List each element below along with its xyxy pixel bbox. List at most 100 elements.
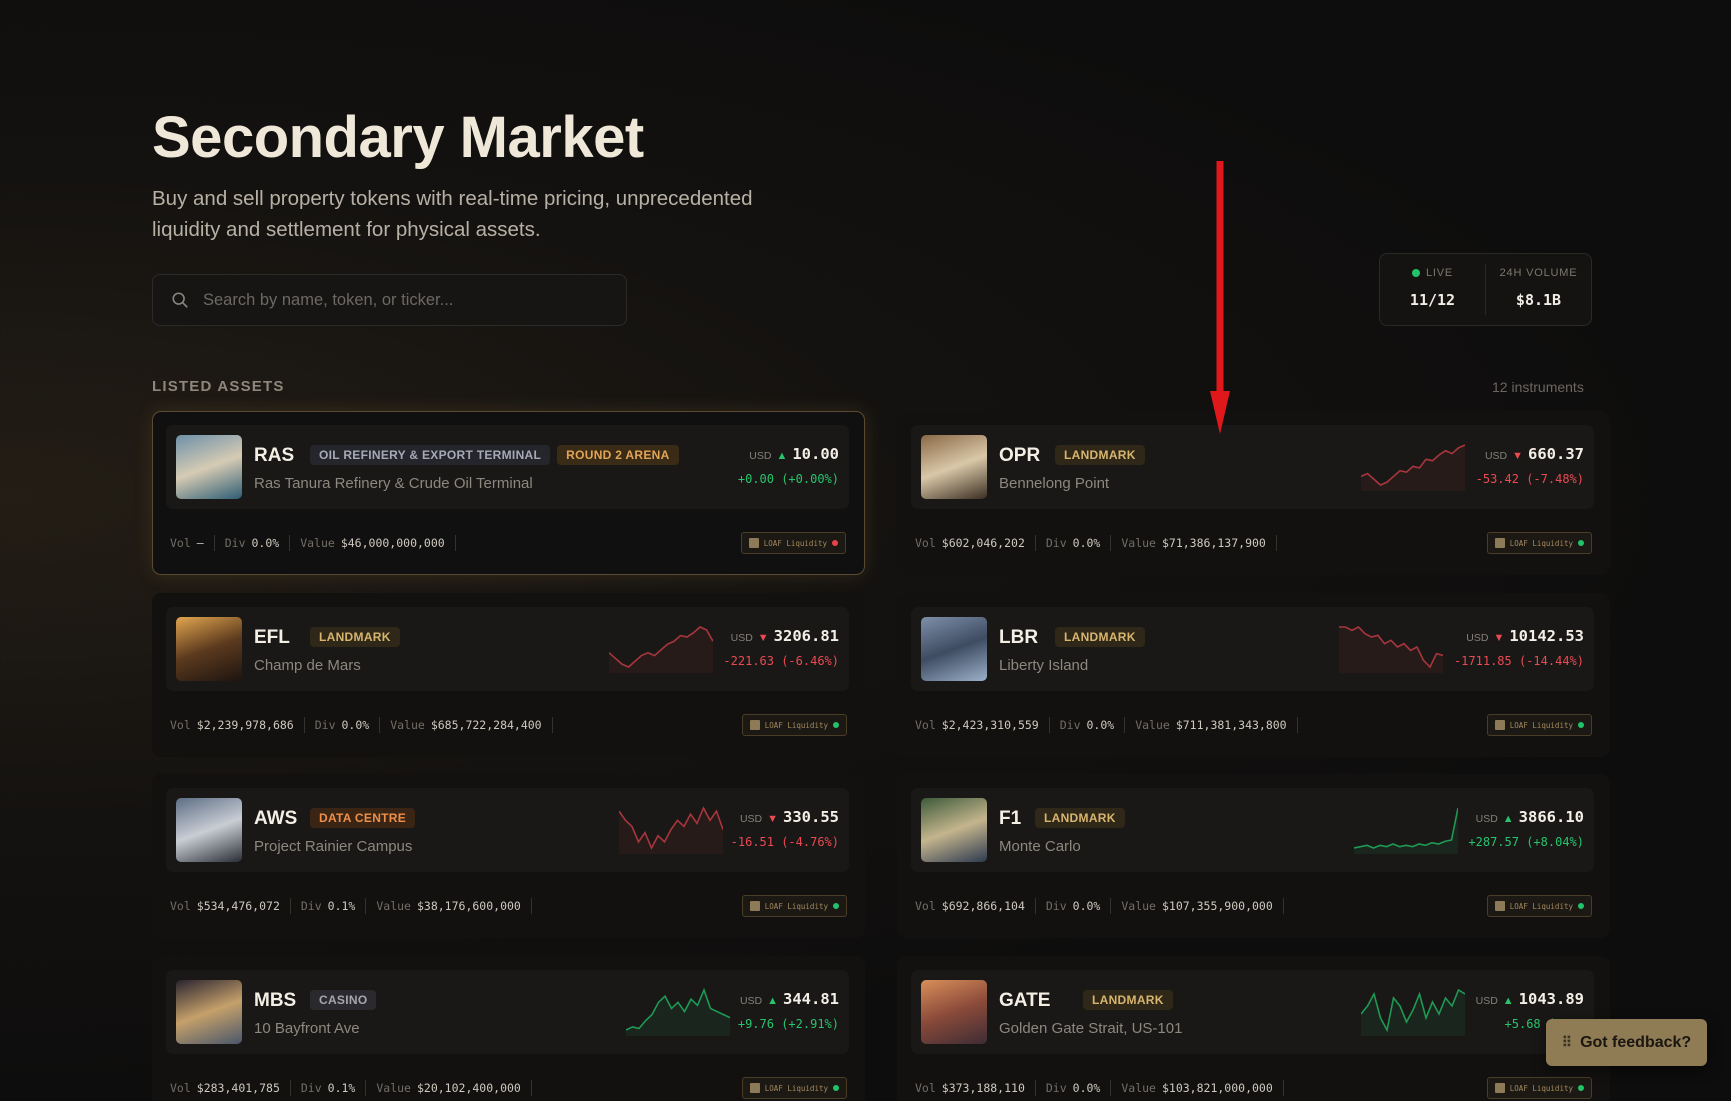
price-change: -53.42 (-7.48%)	[1475, 472, 1584, 486]
asset-tags: LANDMARK	[1083, 990, 1173, 1010]
price-value: 344.81	[783, 990, 839, 1008]
asset-row[interactable]: LBR LANDMARK Liberty Island USD ▼ 10142.53 -17…	[911, 607, 1594, 691]
search-input[interactable]	[203, 290, 603, 310]
dividend-value: 0.1%	[327, 899, 356, 913]
dividend-stat: Div 0.0%	[1046, 898, 1112, 914]
price-line: USD ▼ 3206.81	[723, 627, 839, 645]
asset-row[interactable]: GATE LANDMARK Golden Gate Strait, US-101 US…	[911, 970, 1594, 1054]
asset-row[interactable]: MBS CASINO 10 Bayfront Ave USD ▲ 344.81 +9.76 …	[166, 970, 849, 1054]
price-sparkline	[1361, 444, 1465, 491]
volume-stat: Vol $602,046,202	[915, 535, 1036, 551]
drag-dots-icon: ⠿	[1561, 1034, 1572, 1050]
valuation-label: Value	[376, 899, 411, 913]
asset-footer: Vol — Div 0.0% Value $46,000,000,000 LOAF Liqu…	[170, 532, 846, 554]
asset-footer: Vol $692,866,104 Div 0.0% Value $107,355,900,…	[915, 895, 1592, 917]
asset-ticker: AWS	[254, 808, 298, 829]
volume-label: Vol	[170, 536, 191, 550]
liquidity-badge[interactable]: LOAF Liquidity	[740, 532, 846, 554]
asset-card[interactable]: GATE LANDMARK Golden Gate Strait, US-101 US…	[897, 956, 1610, 1101]
asset-row[interactable]: RAS OIL REFINERY & EXPORT TERMINAL ROUND 2…	[166, 425, 849, 509]
triangle-up-icon: ▲	[1502, 813, 1514, 825]
volume-label: Vol	[915, 899, 936, 913]
price-change: +9.76 (+2.91%)	[737, 1017, 839, 1031]
valuation-label: Value	[1121, 899, 1156, 913]
asset-card[interactable]: EFL LANDMARK Champ de Mars USD ▼ 3206.81 -221.…	[152, 593, 865, 757]
price-value: 330.55	[783, 808, 839, 826]
asset-price: USD ▲ 10.00 +0.00 (+0.00%)	[738, 445, 839, 486]
volume-stat: Vol $534,476,072	[170, 898, 291, 914]
asset-ticker: RAS	[254, 445, 295, 466]
liquidity-badge[interactable]: LOAF Liquidity	[741, 895, 847, 917]
status-dot-icon	[832, 540, 838, 546]
volume-stat: Vol $2,423,310,559	[915, 717, 1050, 733]
dividend-stat: Div 0.0%	[1060, 717, 1126, 733]
feedback-button[interactable]: ⠿ Got feedback?	[1546, 1019, 1707, 1066]
search-box[interactable]	[152, 274, 627, 326]
asset-thumbnail	[176, 798, 242, 862]
asset-card[interactable]: F1 LANDMARK Monte Carlo USD ▲ 3866.10 +287.57 …	[897, 774, 1610, 938]
status-dot-icon	[833, 1085, 839, 1091]
asset-card[interactable]: MBS CASINO 10 Bayfront Ave USD ▲ 344.81 +9.76 …	[152, 956, 865, 1101]
annotation-arrow-icon	[1210, 161, 1230, 434]
valuation-label: Value	[376, 1081, 411, 1095]
price-line: USD ▼ 10142.53	[1454, 627, 1584, 645]
valuation-stat: Value $107,355,900,000	[1121, 898, 1284, 914]
asset-location: Project Rainier Campus	[254, 838, 413, 855]
liquidity-badge[interactable]: LOAF Liquidity	[1486, 532, 1592, 554]
valuation-label: Value	[390, 718, 425, 732]
price-sparkline	[1339, 626, 1443, 673]
liquidity-badge[interactable]: LOAF Liquidity	[1486, 895, 1592, 917]
asset-thumbnail	[921, 980, 987, 1044]
asset-thumbnail	[176, 980, 242, 1044]
liquidity-label: LOAF Liquidity	[1509, 1083, 1573, 1093]
loaf-logo-icon	[1494, 538, 1505, 548]
category-tag: OIL REFINERY & EXPORT TERMINAL	[310, 445, 551, 465]
liquidity-badge[interactable]: LOAF Liquidity	[1486, 714, 1592, 736]
asset-row[interactable]: EFL LANDMARK Champ de Mars USD ▼ 3206.81 -221.…	[166, 607, 849, 691]
section-label: LISTED ASSETS	[152, 378, 285, 395]
status-dot-icon	[833, 722, 839, 728]
asset-price: USD ▲ 3866.10 +287.57 (+8.04%)	[1468, 808, 1584, 849]
asset-footer: Vol $2,423,310,559 Div 0.0% Value $711,381,34…	[915, 714, 1592, 736]
asset-card[interactable]: RAS OIL REFINERY & EXPORT TERMINAL ROUND 2…	[152, 411, 865, 575]
valuation-stat: Value $685,722,284,400	[390, 717, 553, 733]
category-tag: LANDMARK	[1055, 445, 1145, 465]
volume-stat: Vol $283,401,785	[170, 1080, 291, 1096]
asset-location: Golden Gate Strait, US-101	[999, 1020, 1183, 1037]
asset-ticker: OPR	[999, 445, 1041, 466]
liquidity-badge[interactable]: LOAF Liquidity	[1486, 1077, 1592, 1099]
loaf-logo-icon	[749, 720, 760, 730]
triangle-up-icon: ▲	[1502, 995, 1514, 1007]
dividend-label: Div	[224, 536, 246, 550]
price-value: 10142.53	[1509, 627, 1584, 645]
asset-row[interactable]: OPR LANDMARK Bennelong Point USD ▼ 660.37 -53.…	[911, 425, 1594, 509]
valuation-label: Value	[300, 536, 335, 550]
price-line: USD ▲ 344.81	[738, 990, 839, 1008]
asset-row[interactable]: F1 LANDMARK Monte Carlo USD ▲ 3866.10 +287.57 …	[911, 788, 1594, 872]
asset-tags: LANDMARK	[1055, 445, 1145, 465]
valuation-value: $20,102,400,000	[416, 1081, 521, 1095]
asset-footer: Vol $602,046,202 Div 0.0% Value $71,386,137,9…	[915, 532, 1592, 554]
category-tag: LANDMARK	[1055, 627, 1145, 647]
feedback-label: Got feedback?	[1580, 1033, 1692, 1051]
asset-card[interactable]: AWS DATA CENTRE Project Rainier Campus USD ▼…	[152, 774, 865, 938]
liquidity-label: LOAF Liquidity	[764, 720, 828, 730]
triangle-up-icon: ▲	[776, 450, 788, 462]
liquidity-badge[interactable]: LOAF Liquidity	[741, 714, 847, 736]
volume-value: $2,239,978,686	[196, 718, 294, 732]
category-tag: LANDMARK	[1083, 990, 1173, 1010]
asset-card[interactable]: LBR LANDMARK Liberty Island USD ▼ 10142.53 -17…	[897, 593, 1610, 757]
dividend-stat: Div 0.1%	[301, 1080, 367, 1096]
asset-price: USD ▼ 3206.81 -221.63 (-6.46%)	[723, 627, 839, 668]
asset-ticker: MBS	[254, 990, 297, 1011]
asset-ticker: GATE	[999, 990, 1051, 1011]
live-label: LIVE	[1425, 267, 1454, 279]
asset-card[interactable]: OPR LANDMARK Bennelong Point USD ▼ 660.37 -53.…	[897, 411, 1610, 575]
valuation-stat: Value $71,386,137,900	[1121, 535, 1277, 551]
asset-thumbnail	[921, 617, 987, 681]
liquidity-badge[interactable]: LOAF Liquidity	[741, 1077, 847, 1099]
asset-row[interactable]: AWS DATA CENTRE Project Rainier Campus USD ▼…	[166, 788, 849, 872]
liquidity-label: LOAF Liquidity	[764, 901, 828, 911]
sparkline-area	[1339, 627, 1443, 673]
volume-value: $602,046,202	[941, 536, 1025, 550]
